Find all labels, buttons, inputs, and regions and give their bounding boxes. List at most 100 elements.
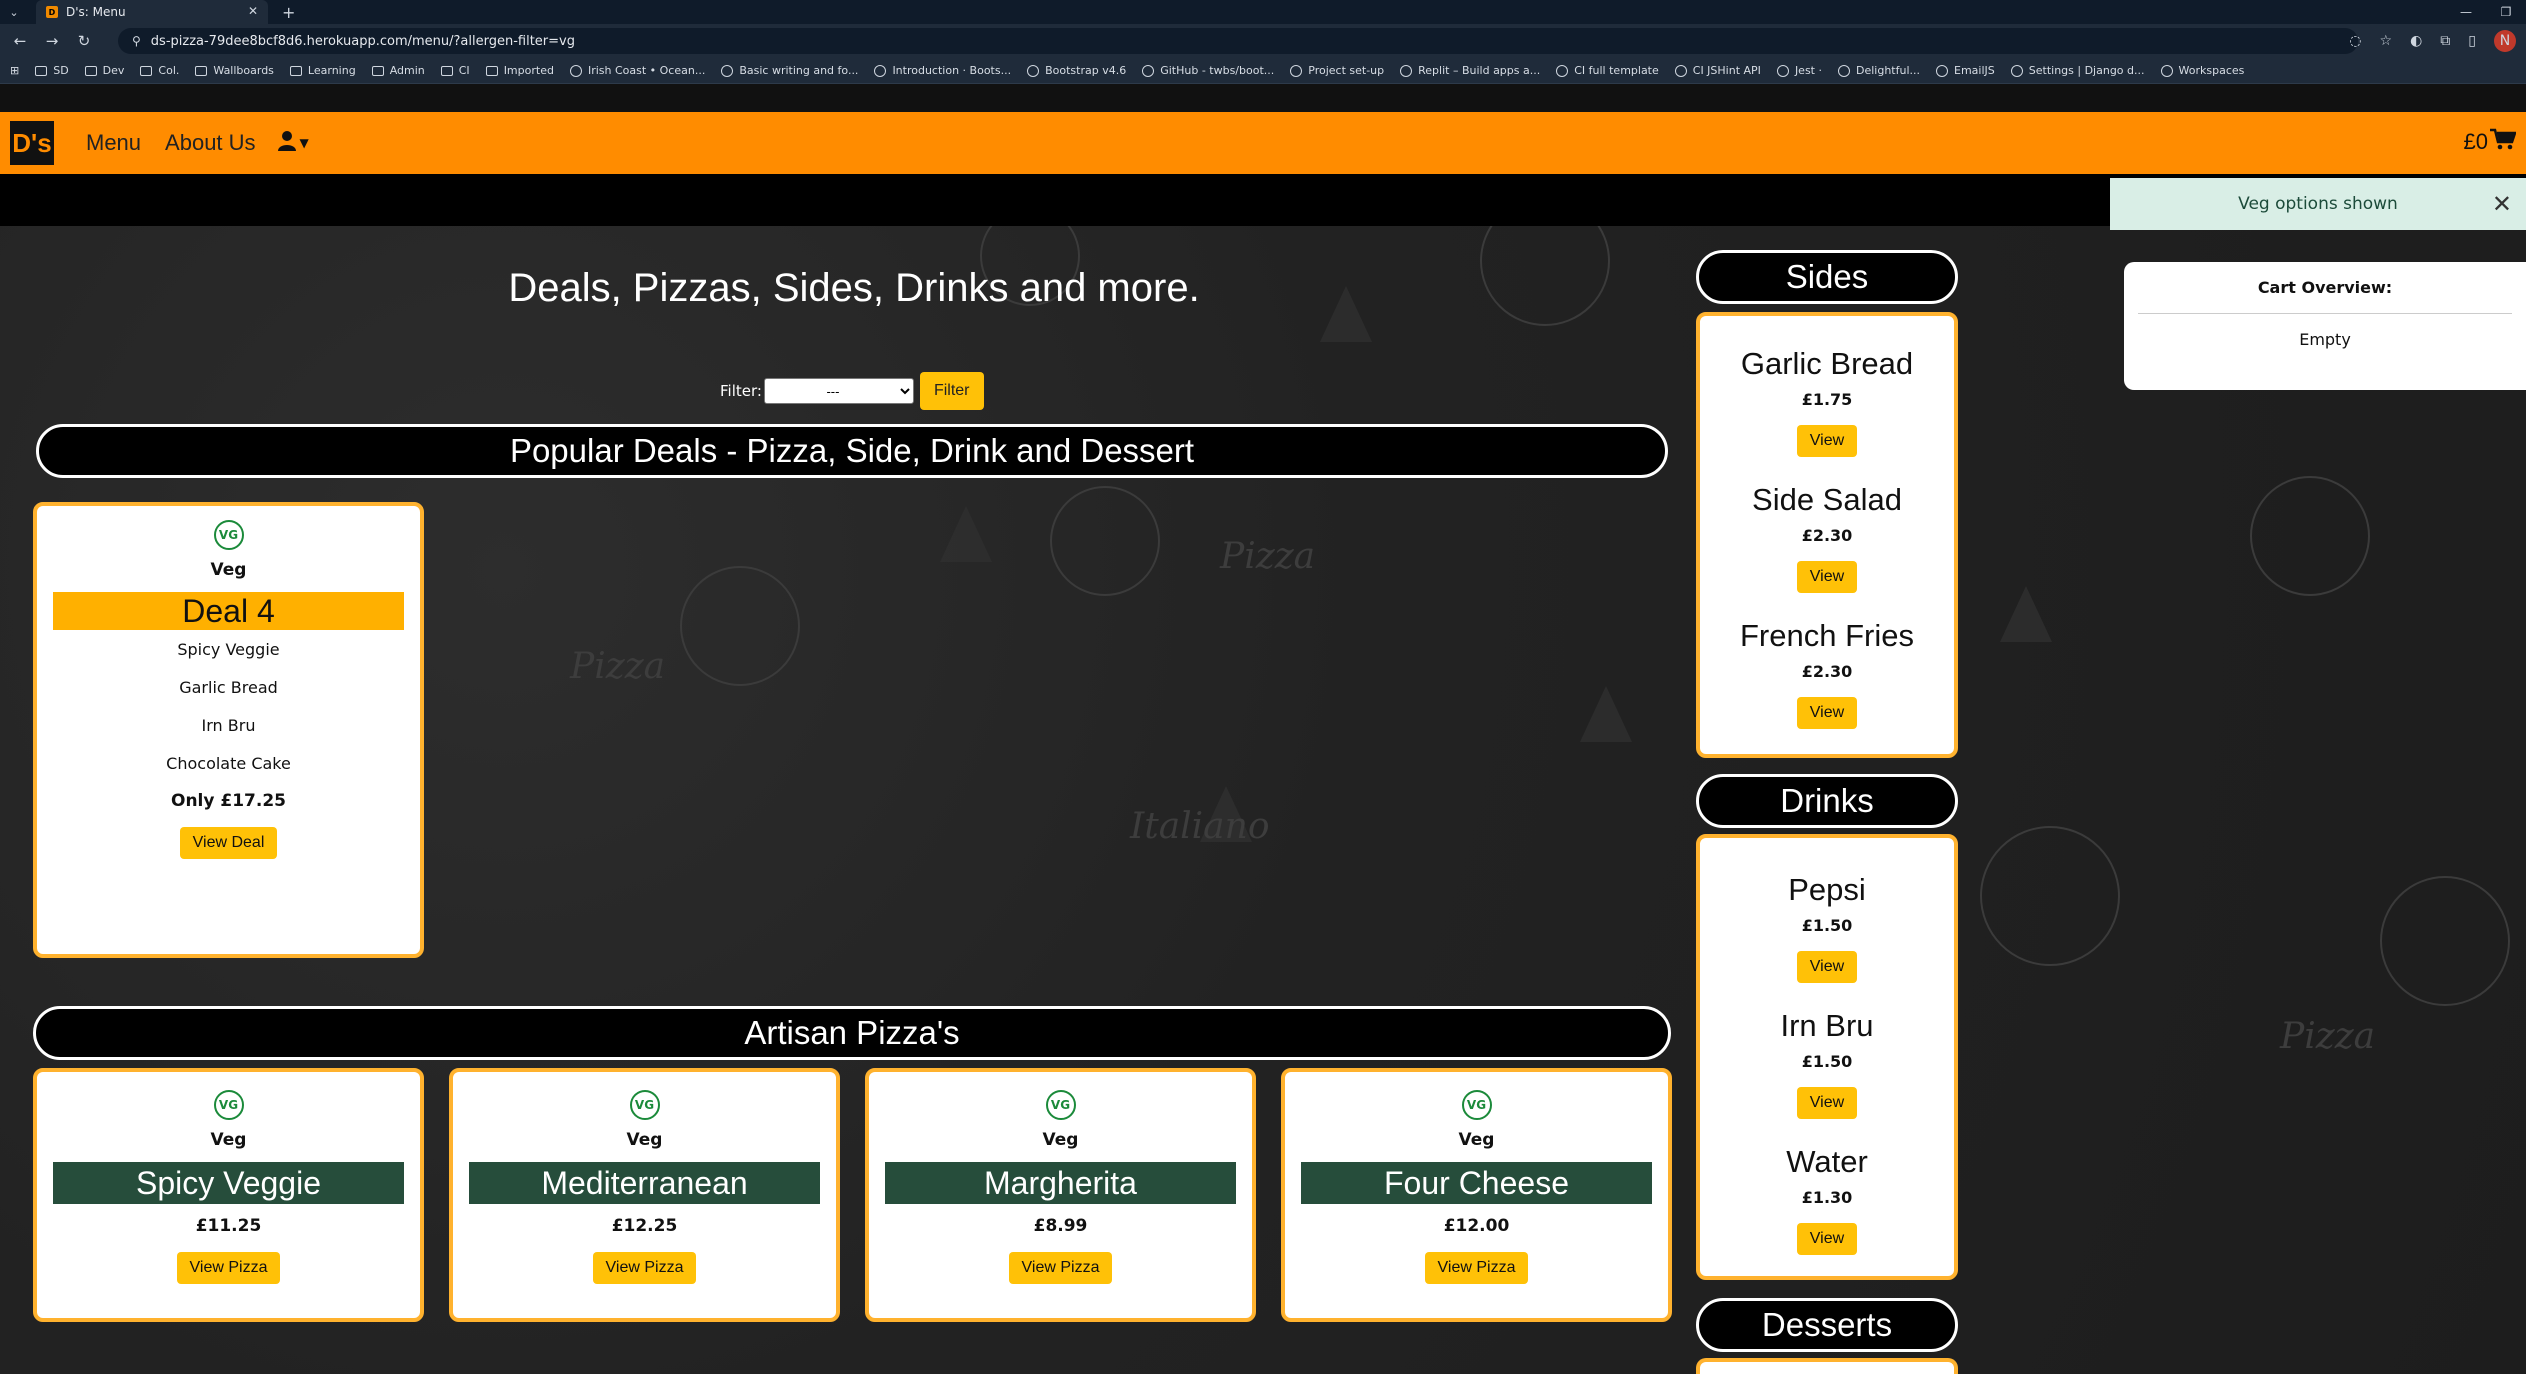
new-tab-button[interactable]: + (282, 3, 295, 22)
veg-badge-icon: VG (629, 1090, 660, 1120)
bookmark-item[interactable]: GitHub - twbs/boot... (1142, 64, 1274, 77)
bookmark-item[interactable]: EmailJS (1936, 64, 1995, 77)
view-side-button[interactable]: View (1796, 561, 1858, 593)
bookmark-item[interactable]: Project set-up (1290, 64, 1384, 77)
bookmark-favicon-icon (2160, 64, 2173, 77)
side-item: Garlic Bread £1.75 View (1700, 346, 1954, 482)
sidepanel-icon[interactable]: ▯ (2468, 33, 2476, 49)
bookmark-item[interactable]: Wallboards (195, 64, 274, 77)
bookmark-item[interactable]: Admin (371, 64, 425, 77)
url-field[interactable]: ⚲ ds-pizza-79dee8bcf8d6.herokuapp.com/me… (118, 28, 2358, 54)
eye-off-icon[interactable]: ◌ (2349, 33, 2361, 49)
bookmark-item[interactable]: Col. (140, 64, 179, 77)
apps-icon[interactable]: ⊞ (10, 64, 19, 77)
bookmark-item[interactable]: CI full template (1556, 64, 1659, 77)
site-logo[interactable]: D's (8, 119, 56, 167)
tab-favicon-icon: D (46, 6, 58, 18)
restore-icon[interactable]: ❐ (2486, 0, 2526, 24)
bookmark-item[interactable]: Bootstrap v4.6 (1027, 64, 1126, 77)
view-pizza-button[interactable]: View Pizza (176, 1252, 281, 1284)
pizza-doodle (680, 566, 800, 686)
bookmark-item[interactable]: Replit – Build apps a... (1400, 64, 1540, 77)
drink-price: £1.30 (1801, 1188, 1853, 1207)
view-pizza-button[interactable]: View Pizza (592, 1252, 697, 1284)
drink-name: Pepsi (1788, 872, 1866, 907)
extensions-icon[interactable]: ⧉ (2440, 33, 2450, 49)
tab-close-icon[interactable]: ✕ (248, 4, 258, 18)
allergen-filter-form: Filter: --- Filter (720, 372, 984, 410)
minimize-icon[interactable]: — (2446, 0, 2486, 24)
bookmark-favicon-icon (2010, 64, 2023, 77)
cart-button[interactable]: £0 (2464, 128, 2517, 156)
view-drink-button[interactable]: View (1796, 1087, 1858, 1119)
view-drink-button[interactable]: View (1796, 951, 1858, 983)
cart-overview-status: Empty (2299, 330, 2351, 349)
bookmark-item[interactable]: SD (35, 64, 69, 77)
extension-icon[interactable]: ◐ (2410, 33, 2422, 49)
pizza-doodle (1980, 826, 2120, 966)
pizza-price: £8.99 (1033, 1216, 1088, 1236)
folder-icon (140, 65, 153, 76)
bookmark-item[interactable]: Irish Coast • Ocean... (569, 64, 705, 77)
veg-badge-icon: VG (1461, 1090, 1492, 1120)
view-pizza-button[interactable]: View Pizza (1008, 1252, 1113, 1284)
bookmark-label: CI full template (1574, 64, 1659, 77)
toast-text: Veg options shown (2238, 194, 2398, 214)
bookmark-item[interactable]: Delightful... (1838, 64, 1920, 77)
view-side-button[interactable]: View (1796, 697, 1858, 729)
back-icon[interactable]: ← (8, 32, 32, 50)
user-icon[interactable] (277, 130, 296, 156)
bookmark-item[interactable]: Introduction · Boots... (874, 64, 1011, 77)
view-drink-button[interactable]: View (1796, 1223, 1858, 1255)
view-deal-button[interactable]: View Deal (179, 827, 278, 859)
deal-item: Garlic Bread (179, 678, 278, 697)
bookmark-label: Settings | Django d... (2028, 64, 2145, 77)
profile-avatar[interactable]: N (2494, 30, 2516, 52)
star-icon[interactable]: ☆ (2380, 33, 2393, 49)
nav-link-menu[interactable]: Menu (86, 130, 141, 156)
folder-icon (35, 65, 48, 76)
allergen-filter-select[interactable]: --- (763, 378, 914, 404)
pizza-title: Margherita (885, 1162, 1236, 1204)
filter-button[interactable]: Filter (919, 372, 984, 410)
url-text: ds-pizza-79dee8bcf8d6.herokuapp.com/menu… (150, 33, 575, 49)
forward-icon[interactable]: → (40, 32, 64, 50)
nav-link-about[interactable]: About Us (165, 130, 256, 156)
pizza-price: £12.25 (611, 1216, 678, 1236)
veg-badge-icon: VG (1045, 1090, 1076, 1120)
site-info-icon[interactable]: ⚲ (132, 34, 141, 48)
bookmark-item[interactable]: Jest · (1776, 64, 1822, 77)
view-side-button[interactable]: View (1796, 425, 1858, 457)
chevron-down-icon[interactable]: ▼ (300, 136, 309, 150)
slice-doodle (2000, 586, 2052, 642)
bookmark-item[interactable]: Settings | Django d... (2010, 64, 2145, 77)
cart-icon (2490, 128, 2517, 156)
close-icon[interactable]: ✕ (2492, 190, 2512, 218)
bookmark-item[interactable]: Dev (84, 64, 124, 77)
pizza-card: VG Veg Spicy Veggie £11.25 View Pizza (33, 1068, 424, 1322)
bookmark-label: Jest · (1794, 64, 1822, 77)
bookmark-favicon-icon (721, 64, 734, 77)
bookmark-item[interactable]: Basic writing and fo... (721, 64, 858, 77)
bookmark-item[interactable]: Workspaces (2160, 64, 2244, 77)
reload-icon[interactable]: ↻ (72, 32, 96, 50)
drink-name: Irn Bru (1780, 1008, 1874, 1043)
bookmark-label: CI JSHint API (1692, 64, 1761, 77)
pizza-doodle (1050, 486, 1160, 596)
bookmark-item[interactable]: CI (440, 64, 470, 77)
diet-label: Veg (1042, 1130, 1079, 1150)
bookmarks-bar: ⊞ SD Dev Col. Wallboards Learning Admin CI Impo… (0, 58, 2526, 84)
bookmark-item[interactable]: CI JSHint API (1674, 64, 1761, 77)
side-price: £2.30 (1801, 662, 1853, 681)
folder-icon (84, 65, 97, 76)
tab-search-icon[interactable]: ⌄ (0, 0, 28, 24)
bookmark-label: Wallboards (213, 64, 274, 77)
bookmark-label: Basic writing and fo... (739, 64, 859, 77)
bookmark-item[interactable]: Imported (485, 64, 554, 77)
view-pizza-button[interactable]: View Pizza (1424, 1252, 1529, 1284)
background-decoration: Pizza (1220, 536, 1316, 577)
browser-tab[interactable]: D D's: Menu ✕ (36, 0, 268, 24)
deal-item: Irn Bru (201, 716, 256, 735)
bookmark-label: Introduction · Boots... (892, 64, 1012, 77)
bookmark-item[interactable]: Learning (289, 64, 356, 77)
